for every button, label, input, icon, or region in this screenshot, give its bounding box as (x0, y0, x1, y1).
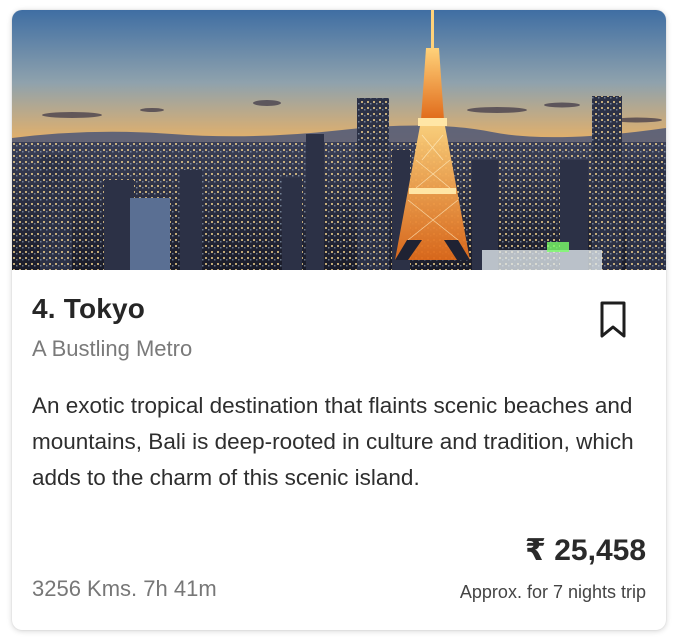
price-value: ₹ 25,458 (525, 534, 646, 567)
bookmark-button[interactable] (598, 300, 628, 340)
destination-title: 4. Tokyo (32, 293, 146, 324)
price-note: Approx. for 7 nights trip (459, 582, 646, 602)
destination-image (12, 10, 666, 270)
bookmark-icon (600, 301, 626, 338)
destination-card[interactable]: 4. Tokyo A Bustling Metro An exotic trop… (12, 10, 666, 630)
distance-duration: 3256 Kms. 7h 41m (32, 576, 217, 601)
destination-description: An exotic tropical destination that flai… (32, 393, 634, 490)
destination-subtitle: A Bustling Metro (32, 336, 193, 361)
